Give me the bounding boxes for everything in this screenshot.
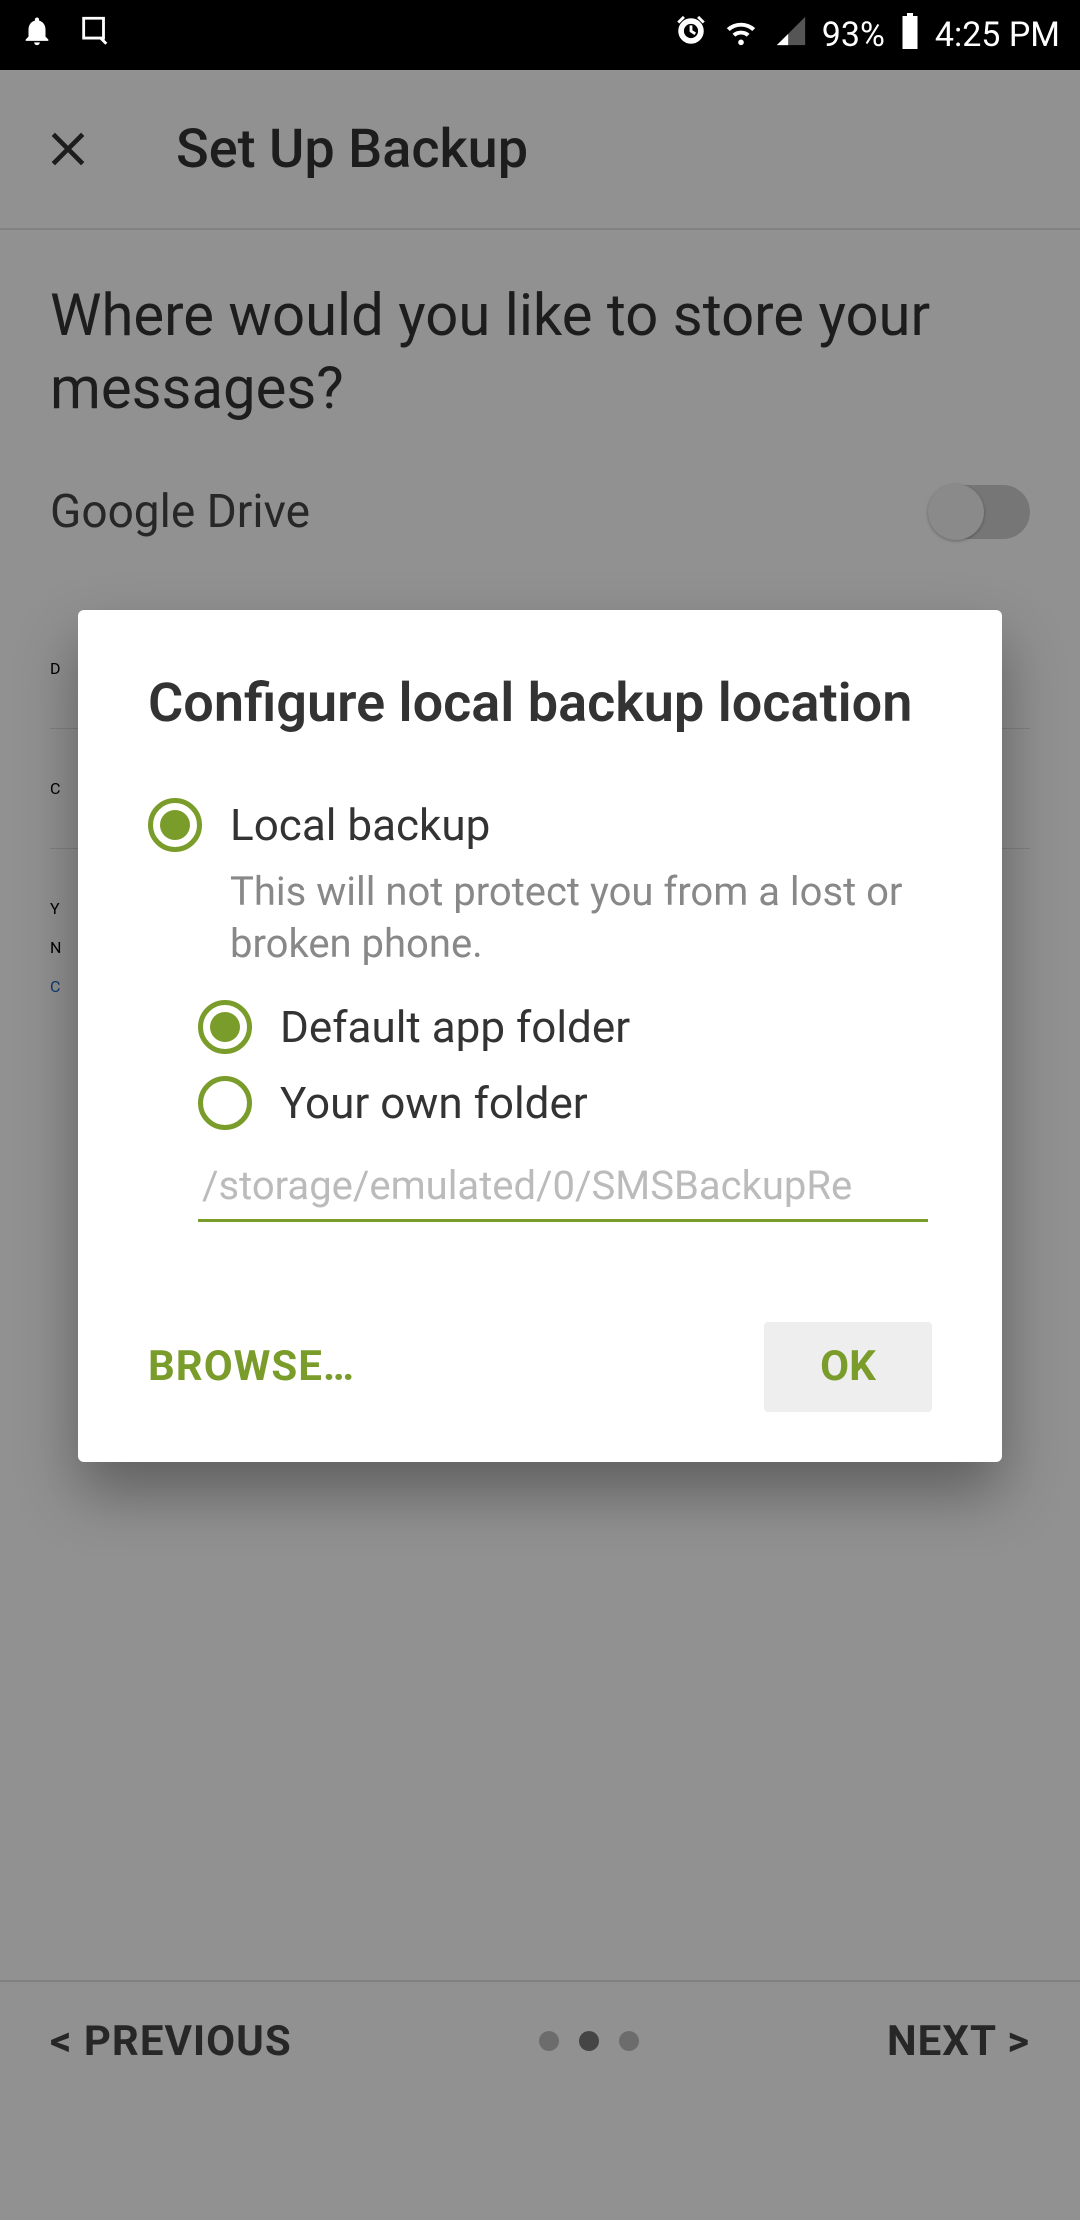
configure-local-backup-dialog: Configure local backup location Local ba… bbox=[78, 610, 1002, 1462]
battery-percent: 93% bbox=[822, 15, 885, 55]
alarm-icon bbox=[674, 14, 708, 57]
radio-checked-icon bbox=[148, 798, 202, 852]
radio-default-folder-label: Default app folder bbox=[280, 1001, 630, 1053]
battery-icon bbox=[899, 13, 921, 58]
radio-own-folder-label: Your own folder bbox=[280, 1077, 588, 1129]
radio-own-folder[interactable]: Your own folder bbox=[198, 1076, 932, 1130]
signal-icon bbox=[774, 14, 808, 57]
wifi-icon bbox=[722, 14, 760, 57]
radio-default-folder[interactable]: Default app folder bbox=[198, 1000, 932, 1054]
browse-button[interactable]: BROWSE… bbox=[148, 1342, 355, 1391]
radio-checked-icon bbox=[198, 1000, 252, 1054]
backup-path-input[interactable]: /storage/emulated/0/SMSBackupRe bbox=[198, 1152, 928, 1222]
radio-unchecked-icon bbox=[198, 1076, 252, 1130]
app-notification-icon bbox=[78, 14, 112, 57]
local-backup-subtext: This will not protect you from a lost or… bbox=[230, 866, 932, 970]
clock-time: 4:25 PM bbox=[935, 15, 1060, 55]
radio-local-backup[interactable]: Local backup bbox=[148, 798, 932, 852]
notification-bell-icon bbox=[20, 14, 54, 57]
dialog-title: Configure local backup location bbox=[148, 670, 932, 738]
ok-button[interactable]: OK bbox=[764, 1322, 932, 1412]
status-bar: 93% 4:25 PM bbox=[0, 0, 1080, 70]
radio-local-backup-label: Local backup bbox=[230, 799, 490, 851]
